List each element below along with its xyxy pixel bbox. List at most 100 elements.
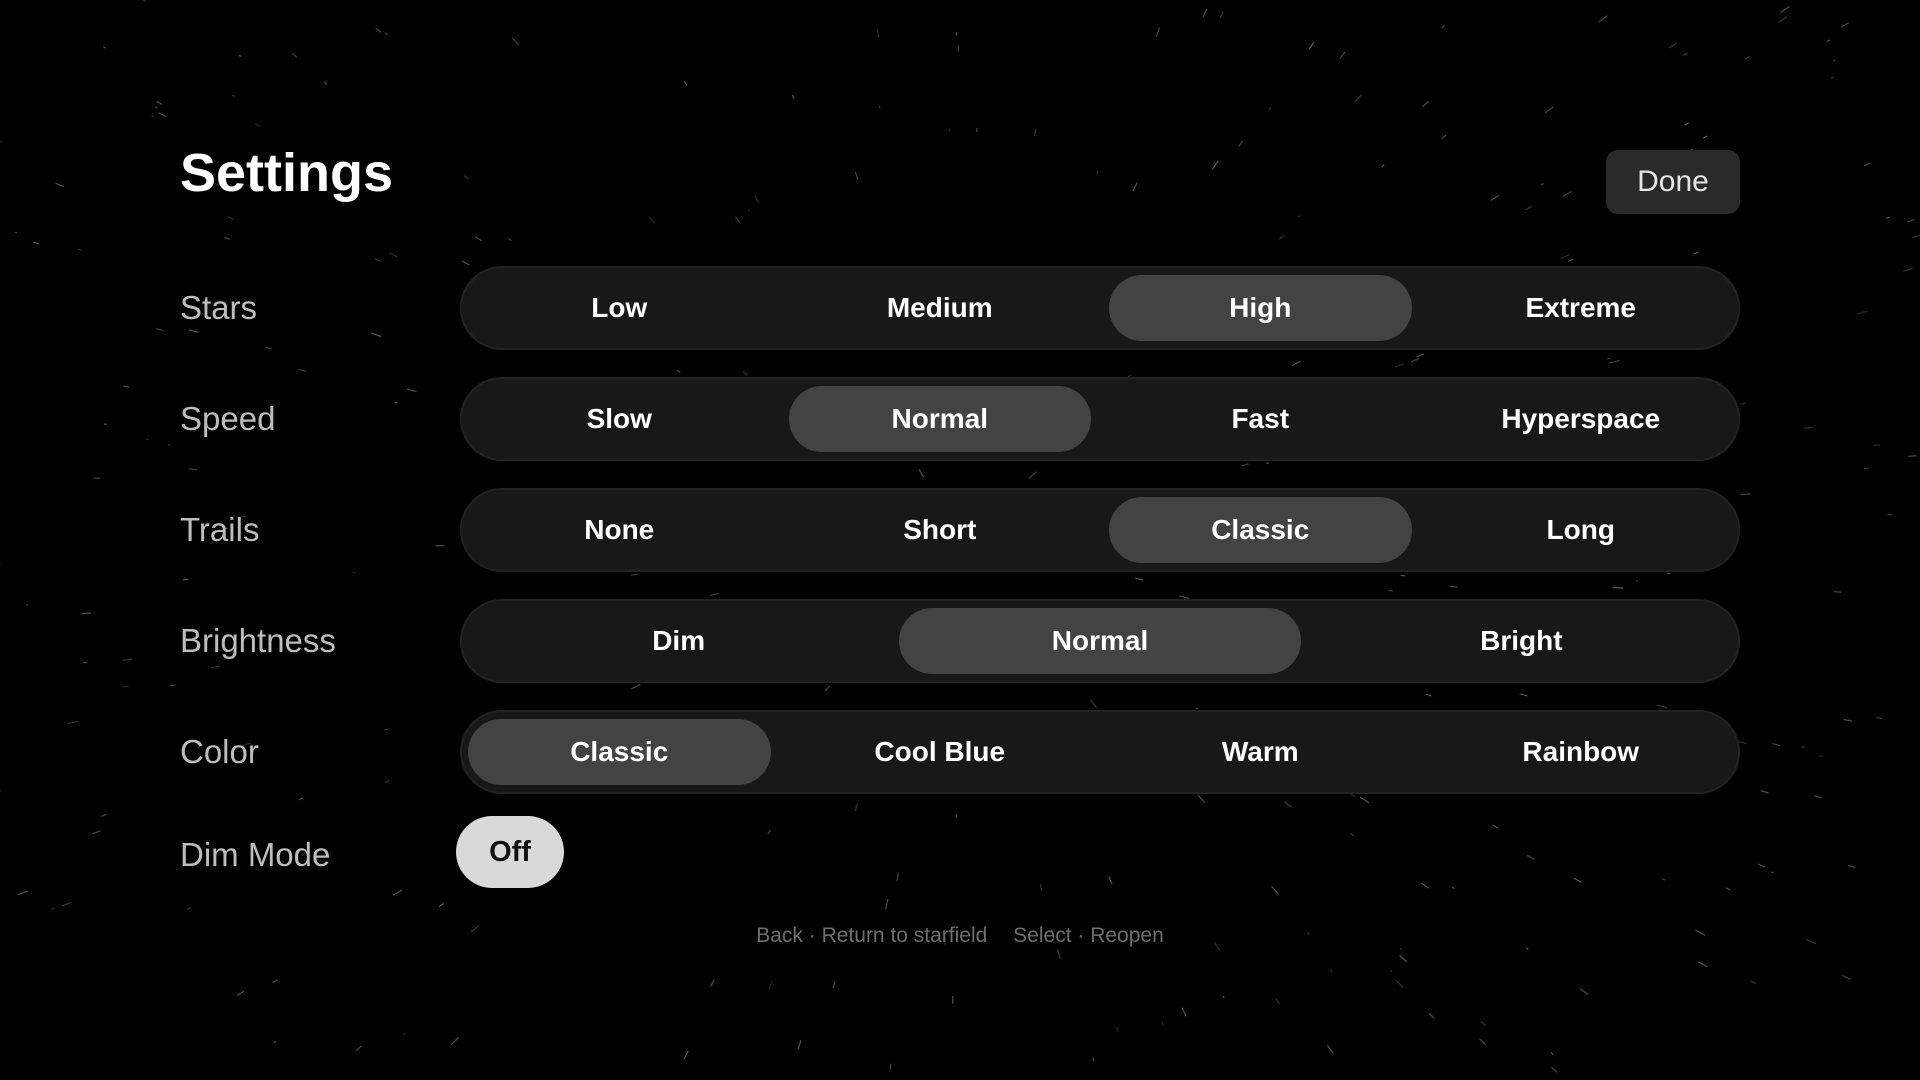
star-streak [1876, 716, 1883, 720]
star-streak [81, 612, 91, 615]
option-trails-classic[interactable]: Classic [1109, 497, 1412, 563]
setting-row-stars: Stars Low Medium High Extreme [180, 266, 1740, 350]
star-streak [1275, 997, 1280, 1005]
star-streak [17, 890, 28, 896]
star-streak [676, 369, 681, 373]
star-streak [238, 54, 242, 57]
star-streak [854, 171, 859, 180]
star-streak [1750, 980, 1756, 985]
star-streak [797, 1040, 802, 1050]
option-color-classic[interactable]: Classic [468, 719, 771, 785]
star-streak [1757, 863, 1766, 868]
star-streak [1826, 39, 1831, 43]
star-streak [450, 1037, 459, 1046]
star-streak [1842, 975, 1851, 981]
segmented-control-speed: Slow Normal Fast Hyperspace [460, 377, 1740, 461]
star-streak [683, 80, 688, 86]
star-streak [1818, 755, 1823, 758]
star-streak [158, 112, 167, 118]
star-streak [122, 658, 133, 661]
star-streak [1562, 190, 1572, 198]
star-streak [1202, 8, 1208, 18]
star-streak [1359, 796, 1370, 804]
dim-mode-toggle[interactable]: Off [456, 816, 564, 888]
star-streak [709, 592, 719, 596]
star-streak [1525, 947, 1529, 951]
star-streak [1326, 1044, 1334, 1054]
star-streak [1161, 1021, 1164, 1026]
star-streak [154, 106, 158, 109]
done-button[interactable]: Done [1606, 150, 1740, 214]
star-streak [630, 573, 639, 576]
star-streak [1885, 216, 1891, 219]
option-brightness-dim[interactable]: Dim [478, 608, 879, 674]
star-streak [1095, 170, 1099, 175]
star-streak [768, 980, 774, 990]
star-streak [186, 906, 192, 910]
star-streak [1297, 215, 1301, 218]
star-streak [1780, 6, 1790, 13]
star-streak [1116, 1026, 1119, 1032]
star-streak [1291, 360, 1301, 367]
option-stars-extreme[interactable]: Extreme [1430, 275, 1733, 341]
option-brightness-normal[interactable]: Normal [899, 608, 1301, 674]
star-streak [1178, 595, 1190, 599]
star-streak [1608, 359, 1620, 364]
controller-hint-bar: Back · Return to starfield Select · Reop… [0, 924, 1920, 948]
option-stars-high[interactable]: High [1109, 275, 1412, 341]
segmented-control-color: Classic Cool Blue Warm Rainbow [460, 710, 1740, 794]
option-trails-short[interactable]: Short [789, 497, 1092, 563]
option-color-cool-blue[interactable]: Cool Blue [789, 719, 1092, 785]
star-streak [1399, 947, 1403, 951]
star-streak [876, 29, 880, 38]
option-speed-hyperspace[interactable]: Hyperspace [1430, 386, 1733, 452]
segmented-control-trails: None Short Classic Long [460, 488, 1740, 572]
option-stars-medium[interactable]: Medium [789, 275, 1092, 341]
star-streak [1490, 194, 1500, 201]
setting-label-stars: Stars [180, 289, 258, 326]
star-streak [1394, 363, 1405, 368]
star-streak [1863, 162, 1871, 167]
hint-select: Select · Reopen [1013, 924, 1164, 947]
star-streak [1308, 41, 1315, 50]
setting-label-trails: Trails [180, 511, 260, 548]
option-speed-normal[interactable]: Normal [788, 386, 1091, 452]
option-color-warm[interactable]: Warm [1109, 719, 1412, 785]
page-title: Settings [180, 143, 394, 203]
star-streak [1693, 251, 1699, 255]
star-streak [1856, 310, 1868, 315]
setting-label-dim-mode: Dim Mode [180, 836, 331, 873]
star-streak [1092, 1057, 1095, 1061]
star-streak [1908, 455, 1917, 458]
option-speed-fast[interactable]: Fast [1109, 386, 1412, 452]
setting-row-speed: Speed Slow Normal Fast Hyperspace [180, 377, 1740, 461]
option-stars-low[interactable]: Low [468, 275, 771, 341]
star-streak [683, 1050, 689, 1059]
star-streak [0, 790, 1, 792]
option-color-rainbow[interactable]: Rainbow [1430, 719, 1733, 785]
setting-row-brightness: Brightness Dim Normal Bright [180, 599, 1740, 683]
star-streak [93, 477, 101, 479]
star-streak [511, 37, 519, 46]
star-streak [1843, 718, 1852, 722]
star-streak [291, 53, 298, 58]
star-streak [1241, 463, 1249, 467]
star-streak [1222, 995, 1225, 999]
star-streak [1612, 586, 1624, 589]
star-streak [188, 468, 198, 471]
star-streak [1778, 16, 1788, 23]
star-streak [1028, 471, 1037, 479]
star-streak [1155, 27, 1161, 38]
option-trails-none[interactable]: None [468, 497, 771, 563]
star-streak [1422, 100, 1429, 108]
star-streak [1801, 746, 1805, 749]
option-trails-long[interactable]: Long [1430, 497, 1733, 563]
star-streak [1428, 1012, 1435, 1019]
star-streak [754, 195, 760, 203]
star-streak [832, 981, 836, 989]
star-streak [1579, 988, 1589, 996]
star-streak [224, 236, 230, 240]
star-streak [101, 813, 107, 817]
option-brightness-bright[interactable]: Bright [1321, 608, 1722, 674]
option-speed-slow[interactable]: Slow [468, 386, 771, 452]
